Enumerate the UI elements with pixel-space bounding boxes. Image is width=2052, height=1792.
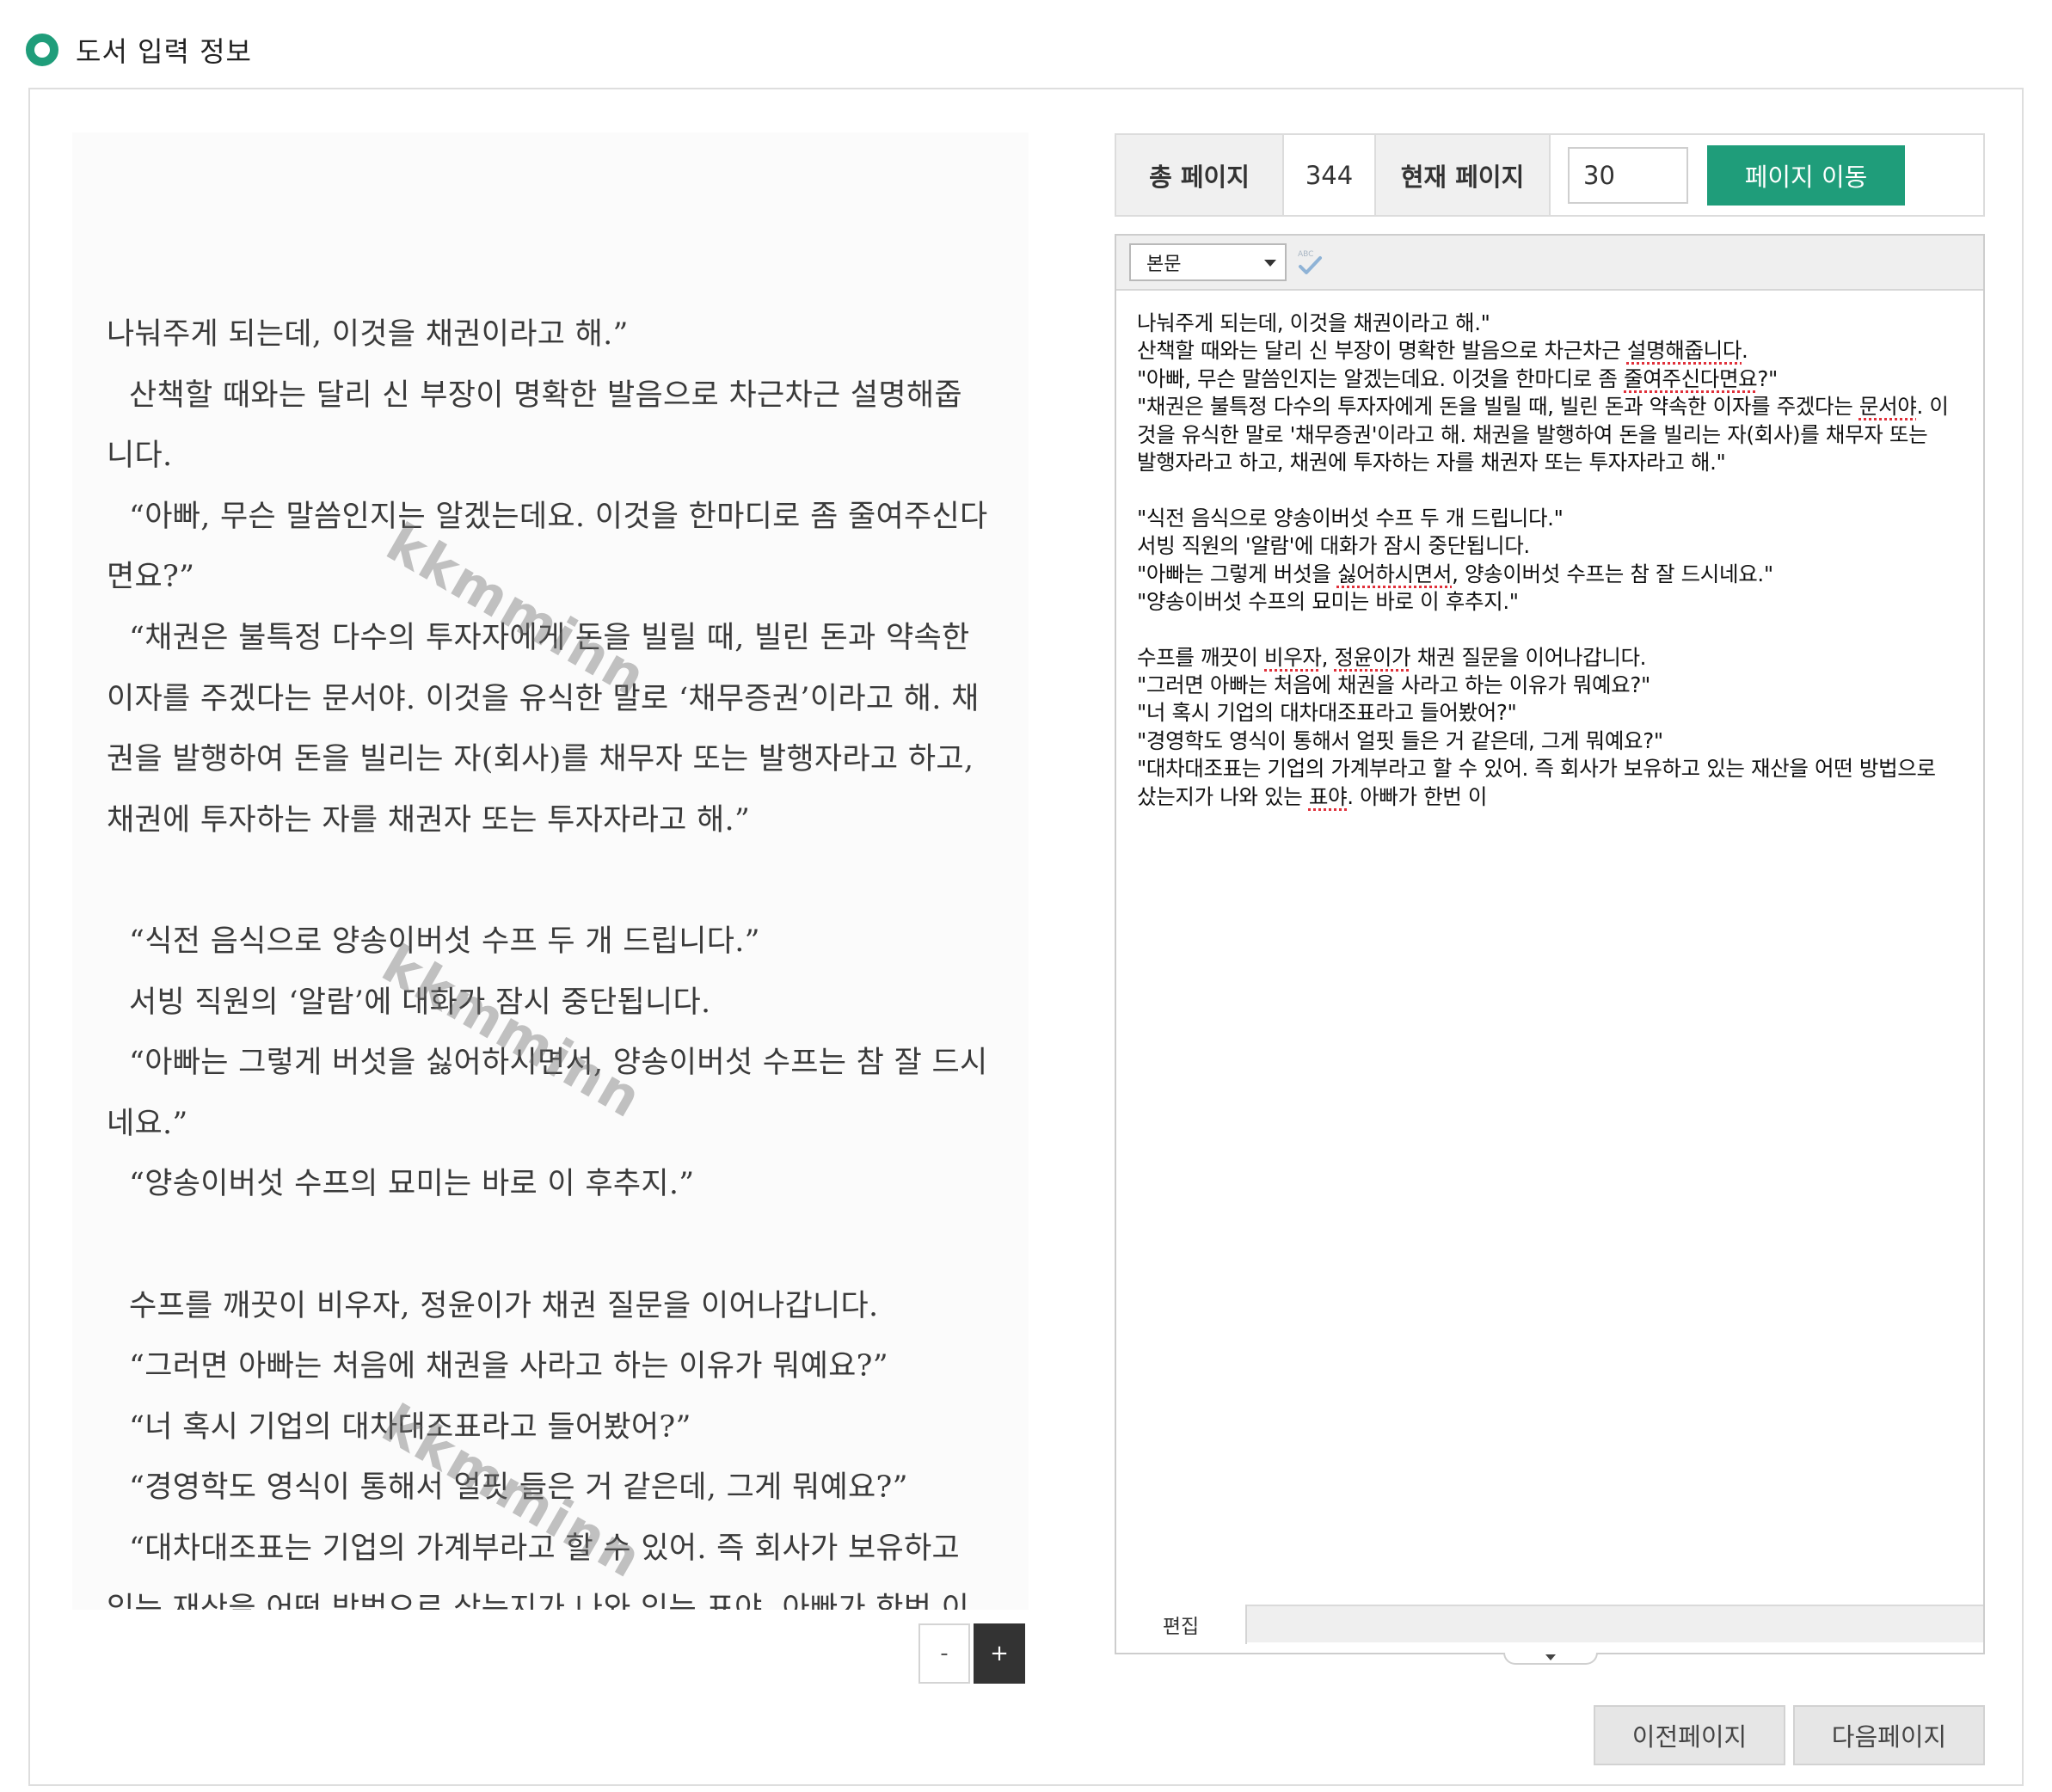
editor-text: ?" — [1757, 365, 1778, 391]
editor-line: 서빙 직원의 '알람'에 대화가 잠시 중단됩니다. — [1137, 532, 1971, 560]
editor-text: . 이 — [1916, 394, 1949, 420]
editor-line: "경영학도 영식이 통해서 얼핏 들은 거 같은데, 그게 뭐예요?" — [1137, 727, 1971, 755]
go-to-page-button[interactable]: 페이지 이동 — [1707, 145, 1905, 206]
scan-line: “그러면 아빠는 처음에 채권을 사라고 하는 이유가 뭐예요?” — [129, 1349, 888, 1384]
editor-text: "경영학도 영식이 통해서 얼핏 들은 거 같은데, 그게 뭐예요?" — [1137, 727, 1663, 753]
spelling-flagged-word: 표야 — [1308, 783, 1348, 809]
spellcheck-icon[interactable]: ABC — [1295, 246, 1324, 277]
editor-line: 산책할 때와는 달리 신 부장이 명확한 발음으로 차근차근 설명해줍니다. — [1137, 337, 1971, 365]
editor-line: 수프를 깨끗이 비우자, 정윤이가 채권 질문을 이어나갑니다. — [1137, 644, 1971, 672]
editor-line: 것을 유식한 말로 '채무증권'이라고 해. 채권을 발행하여 돈을 빌리는 자… — [1137, 421, 1971, 449]
editor-line: "너 혹시 기업의 대차대조표라고 들어봤어?" — [1137, 699, 1971, 727]
editor-line: "양송이버섯 수프의 묘미는 바로 이 후추지." — [1137, 588, 1971, 616]
editor-line: "아빠, 무슨 말씀인지는 알겠는데요. 이것을 한마디로 좀 줄여주신다면요?… — [1137, 365, 1971, 393]
editor-line: "식전 음식으로 양송이버섯 수프 두 개 드립니다." — [1137, 505, 1971, 532]
scan-line: 있는 재산을 어떤 방법으로 샀는지가 나와 있는 표야. 아빠가 한번 이 — [107, 1592, 970, 1610]
spelling-flagged-word: 문서야 — [1858, 394, 1917, 420]
scanned-page-text: 나눠주게 되는데, 이것을 채권이라고 해.” 산책할 때와는 달리 신 부장이 … — [107, 304, 992, 1610]
svg-text:ABC: ABC — [1298, 250, 1313, 259]
spelling-flagged-word: 줄여주신다면요 — [1624, 365, 1758, 391]
editor-text: "너 혹시 기업의 대차대조표라고 들어봤어?" — [1137, 700, 1517, 726]
editor-text: 나눠주게 되는데, 이것을 채권이라고 해." — [1137, 310, 1490, 335]
editor-text: 수프를 깨끗이 — [1137, 644, 1265, 670]
zoom-out-button[interactable]: - — [918, 1623, 970, 1684]
editor-text: 샀는지가 나와 있는 — [1137, 783, 1309, 809]
tab-edit[interactable]: 편집 — [1116, 1605, 1247, 1644]
editor-text: "아빠는 그렇게 버섯을 — [1137, 561, 1337, 586]
format-select-value: 본문 — [1146, 254, 1182, 275]
editor-line: "아빠는 그렇게 버섯을 싫어하시면서, 양송이버섯 수프는 참 잘 드시네요.… — [1137, 561, 1971, 588]
scan-line — [107, 850, 992, 911]
zoom-in-button[interactable]: + — [974, 1623, 1025, 1684]
format-select[interactable]: 본문 — [1129, 243, 1287, 281]
page-info-bar: 총 페이지 344 현재 페이지 페이지 이동 — [1115, 133, 1985, 217]
total-pages-value: 344 — [1284, 135, 1374, 215]
editor-resize-handle[interactable] — [1503, 1653, 1598, 1672]
editor-text: "그러면 아빠는 처음에 채권을 사라고 하는 이유가 뭐예요?" — [1137, 672, 1650, 698]
editor-text: , 양송이버섯 수프는 참 잘 드시네요." — [1452, 561, 1773, 586]
next-page-button[interactable]: 다음페이지 — [1793, 1705, 1985, 1765]
editor-text: "아빠, 무슨 말씀인지는 알겠는데요. 이것을 한마디로 좀 — [1137, 365, 1625, 391]
scan-line: “양송이버섯 수프의 묘미는 바로 이 후추지.” — [129, 1167, 695, 1202]
ring-icon — [26, 34, 58, 66]
scanned-page-viewer[interactable]: 나눠주게 되는데, 이것을 채권이라고 해.” 산책할 때와는 달리 신 부장이 … — [72, 132, 1029, 1610]
scan-line: 채권에 투자하는 자를 채권자 또는 투자자라고 해.” — [107, 802, 751, 838]
spelling-flagged-word: 설명해줍니다 — [1626, 338, 1742, 364]
scan-line: 네요.” — [107, 1106, 188, 1141]
scan-line: “식전 음식으로 양송이버섯 수프 두 개 드립니다.” — [129, 924, 760, 959]
editor-text: 서빙 직원의 '알람'에 대화가 잠시 중단됩니다. — [1137, 533, 1530, 559]
editor-line: 나눠주게 되는데, 이것을 채권이라고 해." — [1137, 310, 1971, 337]
editor-line: 샀는지가 나와 있는 표야. 아빠가 한번 이 — [1137, 783, 1971, 811]
editor-line: "대차대조표는 기업의 가계부라고 할 수 있어. 즉 회사가 보유하고 있는 … — [1137, 755, 1971, 782]
editor-line: "그러면 아빠는 처음에 채권을 사라고 하는 이유가 뭐예요?" — [1137, 672, 1971, 699]
editor-footer: 편집 — [1116, 1605, 1983, 1644]
editor-text: "채권은 불특정 다수의 투자자에게 돈을 빌릴 때, 빌린 돈과 약속한 이자… — [1137, 394, 1859, 420]
editor-text: 것을 유식한 말로 '채무증권'이라고 해. 채권을 발행하여 돈을 빌리는 자… — [1137, 421, 1928, 447]
scan-line: “아빠, 무슨 말씀인지는 알겠는데요. 이것을 한마디로 좀 줄여주신다 — [129, 499, 988, 534]
section-header: 도서 입력 정보 — [26, 26, 252, 74]
editor-text: , — [1321, 644, 1335, 670]
scan-line: 권을 발행하여 돈을 빌리는 자(회사)를 채무자 또는 발행자라고 하고, — [107, 742, 974, 777]
editor-text: "양송이버섯 수프의 묘미는 바로 이 후추지." — [1137, 588, 1519, 614]
caret-down-icon — [1545, 1654, 1556, 1660]
editor-text: 산책할 때와는 달리 신 부장이 명확한 발음으로 차근차근 — [1137, 338, 1627, 364]
spelling-flagged-word: 싫어하시면서 — [1336, 561, 1453, 586]
page-title: 도서 입력 정보 — [76, 35, 252, 68]
editor-text: 채권 질문을 이어나갑니다. — [1410, 644, 1647, 670]
scan-line — [107, 1215, 992, 1276]
current-page-input[interactable] — [1568, 147, 1688, 204]
total-pages-label: 총 페이지 — [1116, 135, 1284, 215]
scan-line: 나눠주게 되는데, 이것을 채권이라고 해.” — [107, 317, 629, 352]
editor-text: "대차대조표는 기업의 가계부라고 할 수 있어. 즉 회사가 보유하고 있는 … — [1137, 756, 1936, 782]
scan-line: 이자를 주겠다는 문서야. 이것을 유식한 말로 ‘채무증권’이라고 해. 채 — [107, 681, 980, 716]
editor-text: 발행자라고 하고, 채권에 투자하는 자를 채권자 또는 투자자라고 해." — [1137, 449, 1726, 475]
scan-line: 산책할 때와는 달리 신 부장이 명확한 발음으로 차근차근 설명해줍 — [129, 377, 962, 413]
current-page-label: 현재 페이지 — [1374, 135, 1551, 215]
scan-line: 니다. — [107, 439, 173, 474]
editor-line: "채권은 불특정 다수의 투자자에게 돈을 빌릴 때, 빌린 돈과 약속한 이자… — [1137, 393, 1971, 420]
spelling-flagged-word: 비우자 — [1264, 644, 1322, 670]
scan-line: 수프를 깨끗이 비우자, 정윤이가 채권 질문을 이어나갑니다. — [129, 1288, 879, 1323]
editor-toolbar: 본문 ABC — [1116, 236, 1983, 291]
text-editor: 본문 ABC 나눠주게 되는데, 이것을 채권이라고 해." 산책할 때와는 달리… — [1115, 234, 1985, 1654]
chevron-down-icon — [1264, 260, 1276, 267]
spelling-flagged-word: 정윤이가 — [1334, 644, 1411, 670]
editor-text: . — [1742, 338, 1748, 364]
editor-text: . 아빠가 한번 이 — [1347, 783, 1488, 809]
editor-line: 발행자라고 하고, 채권에 투자하는 자를 채권자 또는 투자자라고 해." — [1137, 449, 1971, 476]
scan-line: “너 혹시 기업의 대차대조표라고 들어봤어?” — [129, 1409, 691, 1445]
editor-text: "식전 음식으로 양송이버섯 수프 두 개 드립니다." — [1137, 505, 1564, 531]
editor-content[interactable]: 나눠주게 되는데, 이것을 채권이라고 해." 산책할 때와는 달리 신 부장이 … — [1137, 310, 1971, 811]
previous-page-button[interactable]: 이전페이지 — [1594, 1705, 1785, 1765]
